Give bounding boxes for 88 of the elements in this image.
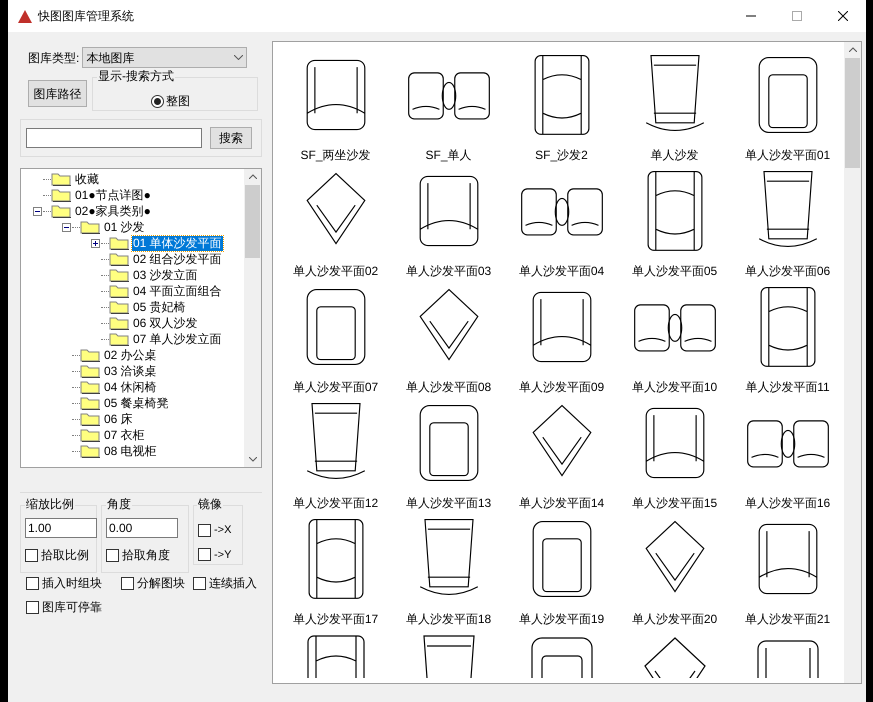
tree-item[interactable]: 01 沙发 [103, 220, 146, 234]
tree-item[interactable]: 08 电视柜 [103, 444, 158, 458]
thumbnail-label[interactable]: 单人沙发平面11 [745, 380, 830, 394]
group-legend: 显示-搜索方式 [97, 69, 175, 83]
checkbox[interactable] [193, 576, 206, 590]
library-path-button[interactable]: 图库路径 [28, 80, 87, 107]
collapse-toggle[interactable] [32, 206, 42, 216]
thumbnail-label[interactable]: 单人沙发平面07 [292, 380, 378, 394]
checkbox-label: 分解图块 [137, 575, 185, 592]
thumbnail-label[interactable]: 单人沙发平面15 [632, 496, 718, 510]
thumbnail-label[interactable]: 单人沙发平面17 [292, 612, 378, 626]
thumbnail-label[interactable]: 单人沙发平面03 [406, 264, 492, 278]
tree-item[interactable]: 05 贵妃椅 [132, 300, 187, 314]
group-legend: 角度 [106, 497, 132, 511]
app-logo-icon [18, 10, 32, 22]
group-legend: 镜像 [197, 497, 223, 511]
thumbnail-label[interactable]: 单人沙发平面04 [518, 264, 604, 278]
tree-item[interactable]: 04 平面立面组合 [132, 284, 223, 298]
checkbox[interactable] [26, 600, 39, 614]
thumbnail-label[interactable]: 单人沙发平面19 [518, 612, 604, 626]
thumbnail-label[interactable]: 单人沙发平面02 [292, 264, 378, 278]
checkbox[interactable] [106, 548, 119, 562]
tree-item[interactable]: 01 单体沙发平面 [132, 236, 223, 250]
checkbox[interactable] [25, 548, 38, 562]
tree-item[interactable]: 02 组合沙发平面 [132, 252, 223, 266]
close-icon [838, 11, 848, 21]
thumbnail-label[interactable]: 单人沙发平面13 [406, 496, 492, 510]
thumbnail-label[interactable]: 单人沙发平面09 [518, 380, 604, 394]
thumbnail-label[interactable]: 单人沙发平面01 [744, 148, 830, 162]
tree-item[interactable]: 02●家具类别● [74, 204, 152, 218]
thumbnail-label[interactable]: 单人沙发平面12 [292, 496, 378, 510]
checkbox[interactable] [198, 524, 211, 537]
value-field[interactable]: 1.00 [25, 518, 97, 538]
thumbnail-label[interactable]: 单人沙发平面05 [632, 264, 718, 278]
tree-item[interactable]: 06 双人沙发 [132, 316, 199, 330]
thumbnail-label[interactable]: 单人沙发平面08 [406, 380, 492, 394]
checkbox-label: 图库可停靠 [42, 599, 102, 616]
window-title: 快图图库管理系统 [38, 8, 134, 25]
radio-label: 整图 [166, 93, 190, 110]
scrollbar-thumb[interactable] [845, 58, 860, 168]
tree-item[interactable]: 02 办公桌 [103, 348, 158, 362]
library-type-dropdown[interactable]: 本地图库 [82, 47, 248, 68]
library-type-label: 图库类型: [28, 50, 80, 66]
thumbnail-label[interactable]: 单人沙发平面06 [744, 264, 830, 278]
checkbox-label: 连续插入 [209, 575, 257, 592]
checkbox[interactable] [26, 576, 39, 590]
tree-item[interactable]: 07 单人沙发立面 [132, 332, 223, 346]
search-button[interactable]: 搜索 [210, 127, 252, 149]
maximize-icon [792, 11, 802, 21]
checkbox-label: 拾取比例 [41, 547, 89, 564]
chevron-up-icon [848, 47, 856, 52]
expand-toggle[interactable] [90, 238, 100, 248]
thumbnail-label[interactable]: 单人沙发 [650, 148, 698, 162]
value-field[interactable]: 0.00 [106, 518, 178, 538]
chevron-up-icon [248, 174, 256, 179]
tree-item[interactable]: 收藏 [74, 172, 100, 186]
tree-item[interactable]: 01●节点详图● [74, 188, 152, 202]
collapse-toggle[interactable] [62, 222, 70, 232]
checkbox-label: 插入时组块 [42, 575, 102, 592]
checkbox[interactable] [121, 576, 134, 590]
chevron-down-icon [234, 55, 244, 60]
tree-item[interactable]: 03 沙发立面 [132, 268, 199, 282]
thumbnail-label[interactable]: 单人沙发平面16 [744, 496, 830, 510]
thumbnail-label[interactable]: SF_单人 [425, 148, 472, 162]
scrollbar-thumb[interactable] [245, 185, 260, 258]
checkbox-label: ->Y [214, 548, 232, 562]
thumbnail-label[interactable]: SF_两坐沙发 [300, 148, 370, 162]
thumbnail-label[interactable]: SF_沙发2 [535, 148, 588, 162]
thumbnail-label[interactable]: 单人沙发平面14 [518, 496, 604, 510]
chevron-down-icon [248, 457, 256, 462]
tree-item[interactable]: 05 餐桌椅凳 [103, 396, 170, 410]
thumbnail-label[interactable]: 单人沙发平面20 [632, 612, 718, 626]
scrollbar[interactable] [244, 169, 261, 467]
group-legend: 缩放比例 [25, 497, 75, 511]
scrollbar[interactable] [844, 42, 861, 683]
radio-button[interactable] [151, 94, 164, 108]
plus-icon [92, 240, 98, 246]
checkbox[interactable] [198, 548, 211, 562]
thumbnail-label[interactable]: 单人沙发平面18 [406, 612, 492, 626]
checkbox-label: ->X [214, 523, 232, 538]
tree-item[interactable]: 04 休闲椅 [103, 380, 158, 394]
search-field[interactable] [26, 128, 202, 148]
tree-item[interactable]: 06 床 [103, 412, 134, 426]
tree-item[interactable]: 03 洽谈桌 [103, 364, 158, 378]
thumbnail-label[interactable]: 单人沙发平面10 [632, 380, 718, 394]
thumbnail-label[interactable]: 单人沙发平面21 [744, 612, 830, 626]
checkbox-label: 拾取角度 [122, 547, 170, 564]
tree-item[interactable]: 07 衣柜 [103, 428, 146, 442]
